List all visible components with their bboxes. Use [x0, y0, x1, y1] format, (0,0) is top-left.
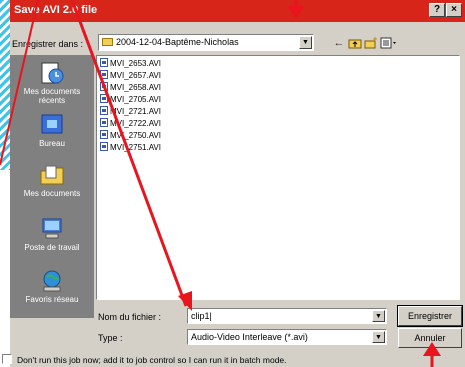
desktop-icon [39, 113, 65, 137]
file-item[interactable]: MVI_2705.AVI [100, 94, 161, 105]
batch-checkbox-label: Don't run this job now; add it to job co… [17, 355, 287, 365]
place-my-computer[interactable]: Poste de travail [10, 217, 94, 252]
recent-documents-icon [39, 61, 65, 85]
lookin-value: 2004-12-04-Baptême-Nicholas [116, 37, 239, 47]
lookin-label: Enregistrer dans : [12, 39, 84, 49]
place-label: Favoris réseau [25, 295, 79, 304]
my-documents-icon [39, 163, 65, 187]
save-dialog: Save AVI 2.0 file ? × Enregistrer dans :… [10, 0, 465, 367]
place-desktop[interactable]: Bureau [10, 113, 94, 148]
network-places-icon [39, 269, 65, 293]
back-icon[interactable]: ← [332, 37, 346, 49]
folder-icon [102, 38, 113, 46]
chevron-down-icon[interactable]: ▼ [372, 310, 385, 322]
lookin-combo[interactable]: 2004-12-04-Baptême-Nicholas ▼ [98, 34, 314, 51]
file-item[interactable]: MVI_2658.AVI [100, 82, 161, 93]
place-label: Bureau [39, 139, 65, 148]
save-button[interactable]: Enregistrer [397, 305, 463, 327]
avi-file-icon [100, 58, 108, 67]
file-name: MVI_2653.AVI [110, 59, 161, 68]
file-item[interactable]: MVI_2657.AVI [100, 70, 161, 81]
file-name: MVI_2750.AVI [110, 131, 161, 140]
file-name: MVI_2751.AVI [110, 143, 161, 152]
close-button[interactable]: × [446, 3, 462, 17]
new-folder-icon[interactable] [364, 37, 378, 49]
places-bar: Mes documents récents Bureau Mes documen… [10, 55, 94, 318]
filetype-label: Type : [98, 333, 123, 343]
place-label: Poste de travail [24, 243, 80, 252]
avi-file-icon [100, 70, 108, 79]
dialog-title: Save AVI 2.0 file [14, 4, 98, 16]
file-item[interactable]: MVI_2751.AVI [100, 142, 161, 153]
filename-value: clip1| [191, 311, 212, 321]
my-computer-icon [39, 217, 65, 241]
place-recent-documents[interactable]: Mes documents récents [10, 61, 94, 105]
chevron-down-icon[interactable]: ▼ [299, 36, 312, 49]
avi-file-icon [100, 94, 108, 103]
file-item[interactable]: MVI_2653.AVI [100, 58, 161, 69]
file-name: MVI_2705.AVI [110, 95, 161, 104]
avi-file-icon [100, 106, 108, 115]
file-name: MVI_2721.AVI [110, 107, 161, 116]
view-menu-icon[interactable] [380, 37, 398, 49]
file-item[interactable]: MVI_2721.AVI [100, 106, 161, 117]
up-folder-icon[interactable] [348, 37, 362, 49]
place-network[interactable]: Favoris réseau [10, 269, 94, 304]
file-name: MVI_2657.AVI [110, 71, 161, 80]
batch-checkbox[interactable] [2, 354, 12, 364]
chevron-down-icon[interactable]: ▼ [372, 331, 385, 343]
file-item[interactable]: MVI_2722.AVI [100, 118, 161, 129]
place-label: Mes documents [23, 189, 81, 198]
filetype-value: Audio-Video Interleave (*.avi) [191, 332, 308, 342]
avi-file-icon [100, 118, 108, 127]
file-list[interactable]: MVI_2653.AVI MVI_2657.AVI MVI_2658.AVI M… [96, 55, 460, 300]
place-my-documents[interactable]: Mes documents [10, 163, 94, 198]
title-bar: Save AVI 2.0 file ? × [10, 0, 465, 22]
filename-label: Nom du fichier : [98, 312, 162, 322]
file-name: MVI_2658.AVI [110, 83, 161, 92]
avi-file-icon [100, 142, 108, 151]
avi-file-icon [100, 82, 108, 91]
file-item[interactable]: MVI_2750.AVI [100, 130, 161, 141]
help-button[interactable]: ? [429, 3, 445, 17]
filename-input[interactable]: clip1| ▼ [187, 308, 387, 324]
filetype-select[interactable]: Audio-Video Interleave (*.avi) ▼ [187, 329, 387, 345]
place-label: Mes documents récents [23, 87, 81, 105]
avi-file-icon [100, 130, 108, 139]
file-name: MVI_2722.AVI [110, 119, 161, 128]
cancel-button[interactable]: Annuler [398, 328, 462, 348]
